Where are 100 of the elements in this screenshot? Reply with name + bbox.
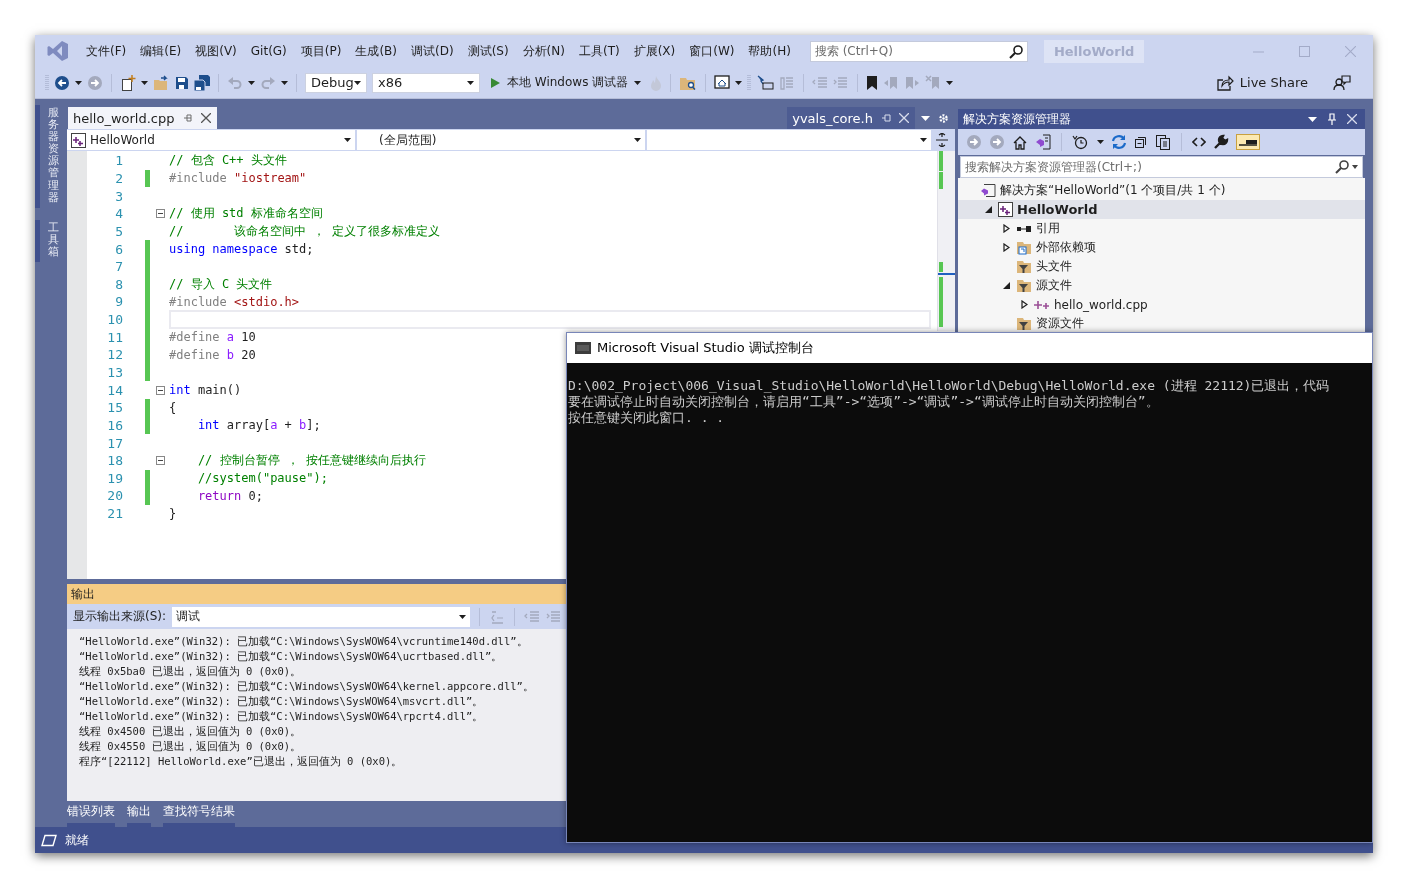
code-line: int main() [169,383,242,398]
collapse-icon[interactable] [156,385,165,395]
open-folder-icon[interactable] [153,74,170,91]
caret-icon[interactable] [1352,165,1358,169]
bookmark-icon[interactable] [866,75,879,90]
line-number: 21 [106,506,123,522]
properties-icon[interactable] [1213,134,1229,150]
menu-item[interactable]: 帮助(H) [741,42,798,60]
search-field[interactable]: 搜索解决方案资源管理器(Ctrl+;) [960,156,1363,178]
tree-item[interactable]: 资源文件 [958,314,1365,333]
code-line: using namespace std; [169,242,314,256]
caret-icon[interactable] [141,80,148,85]
expand-arrow-icon[interactable] [1020,300,1028,309]
caret-icon[interactable] [1097,140,1104,144]
preview-icon [1239,137,1257,147]
menu-item[interactable]: 文件(F) [79,42,134,60]
menu-item[interactable]: 编辑(E) [133,42,189,60]
line-number: 19 [106,470,123,486]
menu-item[interactable]: 分析(N) [515,42,572,60]
tree-item[interactable]: 解决方案“HelloWorld”(1 个项目/共 1 个) [958,181,1365,200]
save-icon[interactable] [175,75,189,90]
status-text: 就绪 [65,831,89,849]
menu-item[interactable]: 扩展(X) [626,42,683,60]
search-icon[interactable] [1008,44,1023,59]
tree-item[interactable]: 源文件 [958,276,1365,295]
line-number: 15 [106,400,123,416]
menu-item[interactable]: 窗口(W) [682,42,742,60]
start-debugging-button[interactable]: 本地 Windows 调试器 [485,72,646,93]
search-icon[interactable] [1335,160,1349,174]
document-tab[interactable]: yvals_core.h [787,107,915,129]
code-line: // 该命名空间中 ， 定义了很多标准定义 [169,222,441,240]
collapse-icon[interactable] [156,209,165,219]
close-icon[interactable] [200,113,211,123]
collapse-arrow-icon[interactable] [1002,282,1010,289]
save-all-icon[interactable] [194,74,210,91]
scrollbar[interactable] [937,151,955,331]
panel-title: 解决方案资源管理器 [963,110,1071,128]
search-field[interactable]: 搜索 (Ctrl+Q) [809,40,1028,62]
tree-item[interactable]: HelloWorld [958,200,1365,219]
caret-icon[interactable] [1308,116,1317,122]
line-number: 16 [106,417,123,433]
feedback-icon[interactable] [1333,74,1351,91]
caret-icon [344,138,351,142]
caret-icon[interactable] [735,80,743,85]
menu-item[interactable]: 视图(V) [188,42,244,60]
line-number: 6 [114,241,123,257]
console-icon [575,342,591,354]
menu-item[interactable]: 项目(P) [293,42,349,60]
collapse-all-icon[interactable] [1134,135,1148,149]
caret-icon[interactable] [248,80,255,85]
scope-dropdown[interactable]: (全局范围) [357,130,645,150]
output-source-dropdown[interactable]: 调试 [172,606,471,627]
close-icon [1344,45,1356,57]
tree-item[interactable]: 引用 [958,219,1365,238]
switch-views-icon[interactable] [1035,134,1051,150]
source-label: 显示输出来源(S): [73,608,167,625]
expand-arrow-icon[interactable] [1002,243,1010,252]
caret-icon[interactable] [75,80,82,85]
menu-item[interactable]: 调试(D) [404,42,461,60]
folder-icon [1016,316,1032,331]
collapse-icon[interactable] [156,456,165,466]
menu-item[interactable]: Git(G) [243,44,294,58]
cursor-icon[interactable] [756,74,775,91]
caret-icon [920,138,927,142]
configuration-dropdown[interactable]: Debug [305,72,367,93]
tree-item[interactable]: 外部依赖项 [958,238,1365,257]
tree-item[interactable]: hello_world.cpp [958,295,1365,314]
home-icon[interactable] [1012,134,1028,150]
new-item-icon[interactable] [120,74,136,91]
caret-icon[interactable] [281,80,288,85]
live-share-button[interactable]: Live Share [1210,72,1314,93]
split-icon[interactable] [936,133,948,147]
preview-toggle[interactable] [1236,134,1260,150]
menu-item[interactable]: 工具(T) [571,42,627,60]
pin-icon[interactable] [182,113,193,123]
maximize-icon [1298,45,1310,57]
console-line: D:\002_Project\006_Visual_Studio\HelloWorld\HelloWorld\Debug\HelloWorld.exe (进程 22112)已退出，代码 [568,378,1331,394]
menu-item[interactable]: 测试(S) [460,42,516,60]
line-number: 17 [106,435,123,451]
back-icon[interactable] [54,74,70,91]
show-all-files-icon[interactable] [1155,134,1171,150]
settings-icon[interactable] [938,112,949,124]
platform-dropdown[interactable]: x86 [372,72,480,93]
output-line: 程序“[22112] HelloWorld.exe”已退出，返回值为 0 (0x0)。 [79,754,404,769]
document-tab[interactable]: hello_world.cpp [68,107,217,129]
collapse-arrow-icon[interactable] [984,206,992,213]
history-icon[interactable] [1072,134,1090,150]
pin-icon[interactable] [881,113,891,123]
code-icon[interactable] [1192,137,1206,147]
toolbar-grip[interactable] [747,73,752,92]
code-line: // 控制台暂停 ， 按任意键继续向后执行 [196,452,427,470]
sync-icon[interactable] [1111,134,1127,150]
code-line: #include "iostream" [169,171,307,186]
caret-icon[interactable] [921,115,930,121]
browser-icon[interactable] [714,75,731,90]
menu-item[interactable]: 生成(B) [348,42,404,60]
caret-icon[interactable] [946,80,954,85]
expand-arrow-icon[interactable] [1002,224,1010,233]
tree-item[interactable]: 头文件 [958,257,1365,276]
project-dropdown[interactable]: HelloWorld [67,130,355,150]
